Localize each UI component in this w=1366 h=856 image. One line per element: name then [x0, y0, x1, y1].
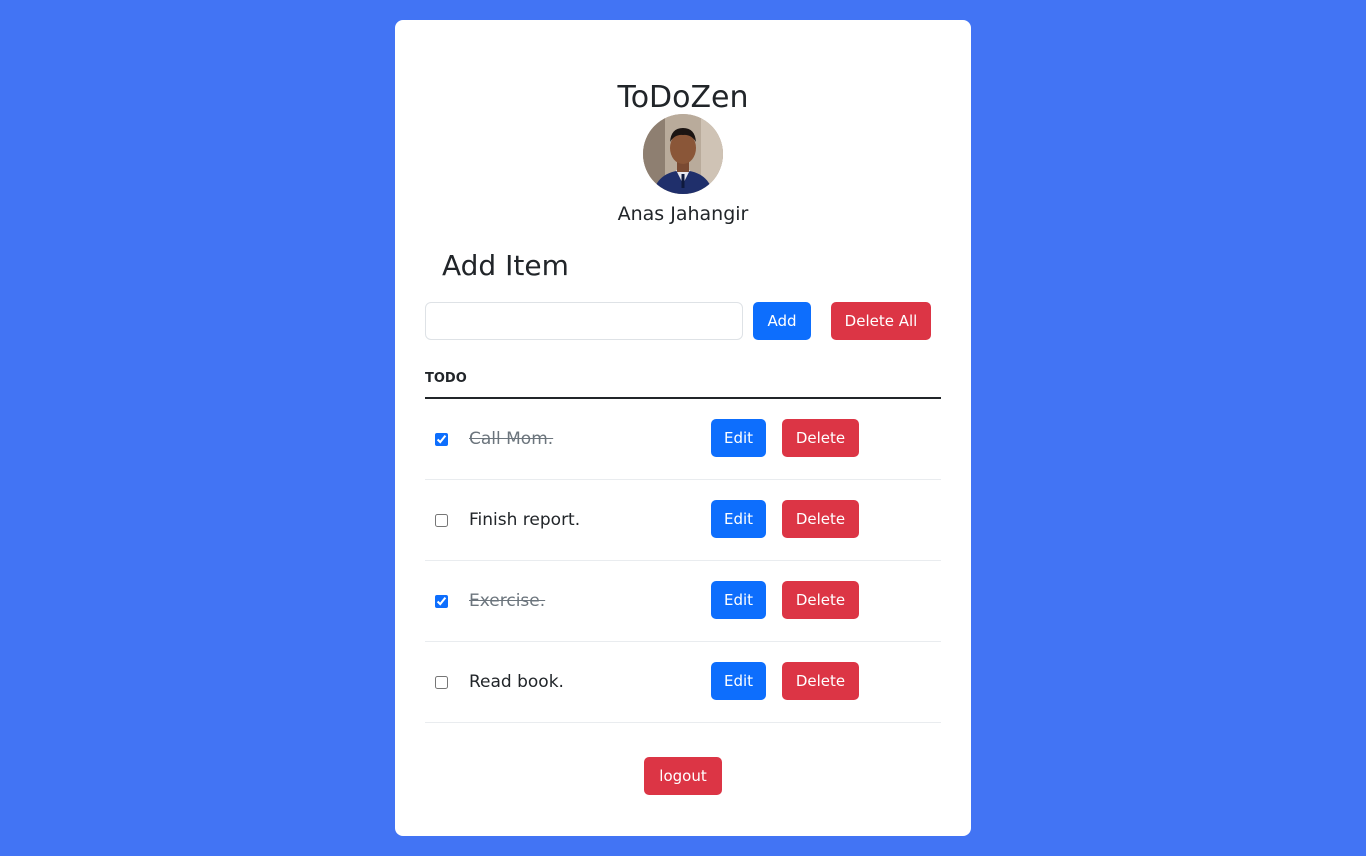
- edit-button[interactable]: Edit: [711, 500, 766, 538]
- delete-button[interactable]: Delete: [782, 581, 859, 619]
- todo-text: Call Mom.: [469, 429, 554, 449]
- todo-row: Finish report. Edit Delete: [425, 480, 941, 561]
- new-item-input[interactable]: [425, 302, 743, 340]
- edit-button[interactable]: Edit: [711, 662, 766, 700]
- todo-column-header: TODO: [425, 368, 941, 399]
- todo-row: Read book. Edit Delete: [425, 642, 941, 723]
- todo-checkbox[interactable]: [435, 595, 448, 608]
- todo-card: ToDoZen Anas Jahangir Add Item Add Delet…: [395, 20, 971, 836]
- add-item-heading: Add Item: [442, 249, 569, 282]
- app-title: ToDoZen: [617, 80, 749, 115]
- todo-checkbox[interactable]: [435, 676, 448, 689]
- avatar: [643, 114, 723, 194]
- logout-button[interactable]: logout: [644, 757, 722, 795]
- edit-button[interactable]: Edit: [711, 419, 766, 457]
- todo-text: Exercise.: [469, 591, 546, 611]
- todo-row: Exercise. Edit Delete: [425, 561, 941, 642]
- delete-button[interactable]: Delete: [782, 662, 859, 700]
- todo-text: Finish report.: [469, 510, 581, 530]
- todo-row: Call Mom. Edit Delete: [425, 399, 941, 480]
- todo-text: Read book.: [469, 672, 564, 692]
- add-button[interactable]: Add: [753, 302, 811, 340]
- avatar-photo-icon: [643, 114, 723, 194]
- delete-button[interactable]: Delete: [782, 419, 859, 457]
- delete-button[interactable]: Delete: [782, 500, 859, 538]
- todo-checkbox[interactable]: [435, 433, 448, 446]
- todo-checkbox[interactable]: [435, 514, 448, 527]
- delete-all-button[interactable]: Delete All: [831, 302, 931, 340]
- edit-button[interactable]: Edit: [711, 581, 766, 619]
- user-name: Anas Jahangir: [617, 203, 749, 225]
- todo-table: TODO Call Mom. Edit Delete Finish report…: [425, 368, 941, 723]
